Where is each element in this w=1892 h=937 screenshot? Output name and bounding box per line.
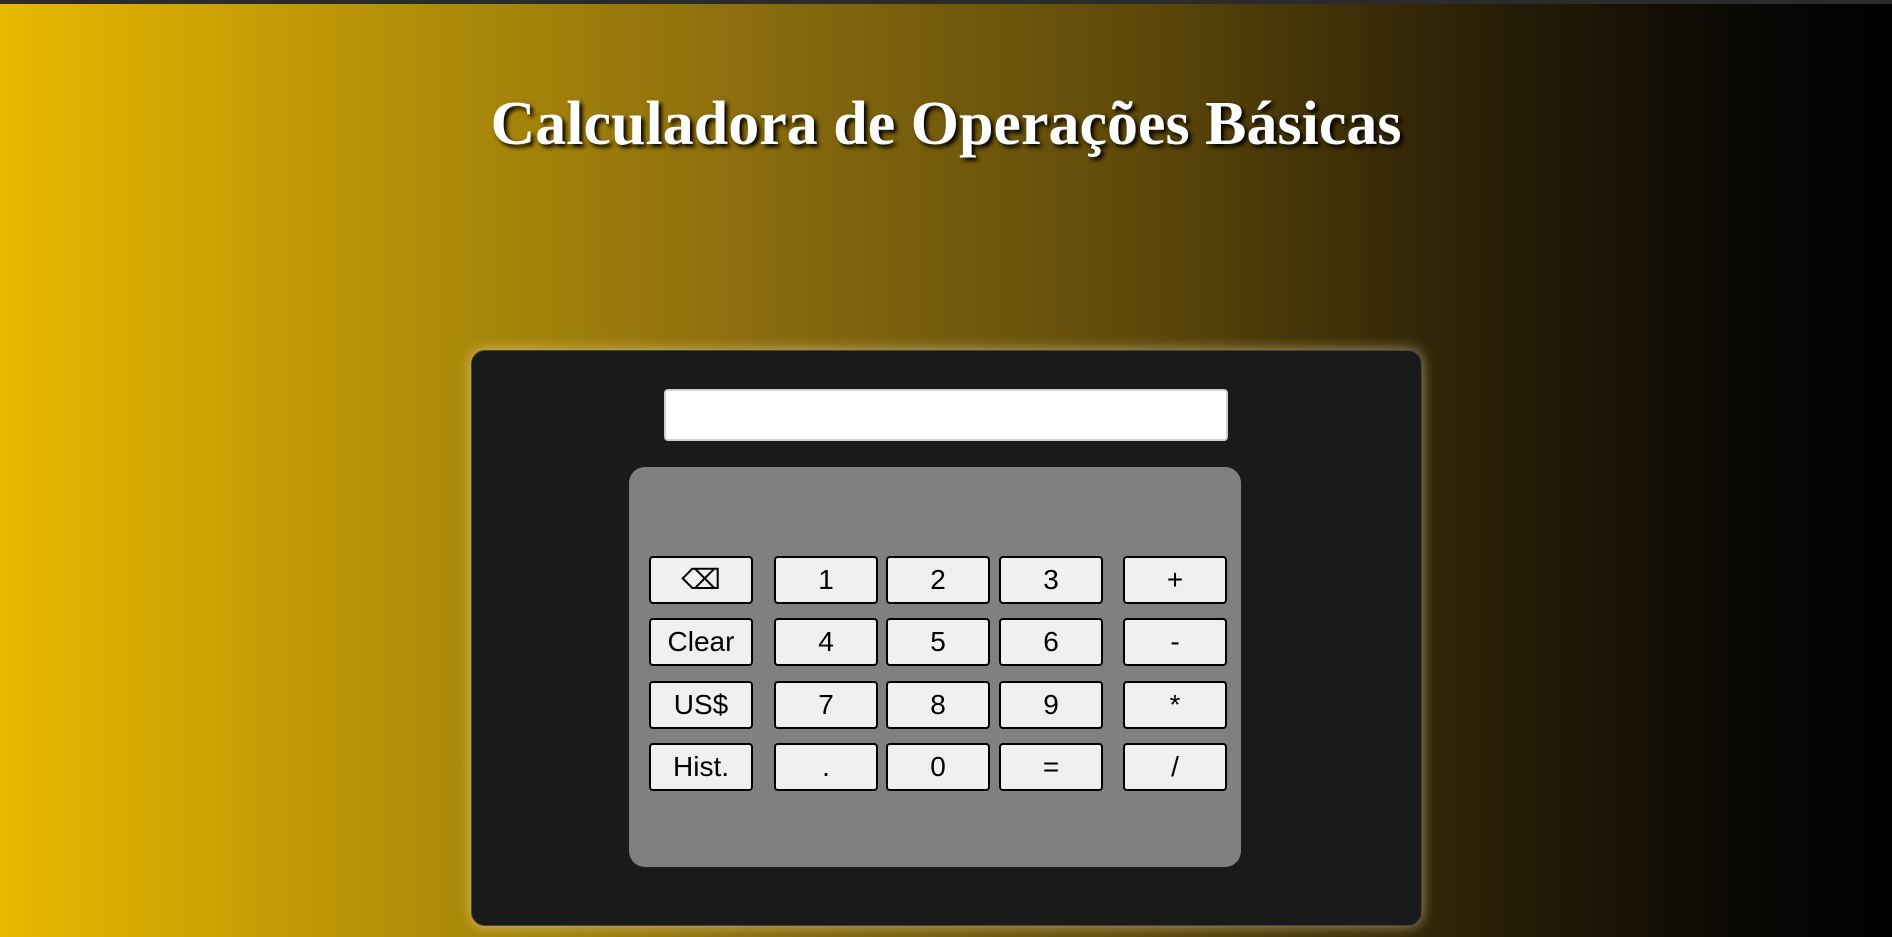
minus-button[interactable]: - bbox=[1123, 618, 1227, 666]
equals-button[interactable]: = bbox=[999, 743, 1103, 791]
digit-0-button[interactable]: 0 bbox=[886, 743, 990, 791]
multiply-button[interactable]: * bbox=[1123, 681, 1227, 729]
calculator-panel: ⌫ 1 2 3 + Clear 4 5 6 - US$ 7 8 9 * Hist… bbox=[471, 350, 1422, 926]
digit-4-button[interactable]: 4 bbox=[774, 618, 878, 666]
digit-5-button[interactable]: 5 bbox=[886, 618, 990, 666]
digit-7-button[interactable]: 7 bbox=[774, 681, 878, 729]
top-border bbox=[0, 0, 1892, 4]
plus-button[interactable]: + bbox=[1123, 556, 1227, 604]
page-title: Calculadora de Operações Básicas bbox=[490, 90, 1402, 158]
digit-2-button[interactable]: 2 bbox=[886, 556, 990, 604]
backspace-button[interactable]: ⌫ bbox=[649, 556, 753, 604]
clear-button[interactable]: Clear bbox=[649, 618, 753, 666]
digit-1-button[interactable]: 1 bbox=[774, 556, 878, 604]
digit-6-button[interactable]: 6 bbox=[999, 618, 1103, 666]
digit-3-button[interactable]: 3 bbox=[999, 556, 1103, 604]
history-button[interactable]: Hist. bbox=[649, 743, 753, 791]
digit-9-button[interactable]: 9 bbox=[999, 681, 1103, 729]
digit-8-button[interactable]: 8 bbox=[886, 681, 990, 729]
decimal-point-button[interactable]: . bbox=[774, 743, 878, 791]
divide-button[interactable]: / bbox=[1123, 743, 1227, 791]
keypad: ⌫ 1 2 3 + Clear 4 5 6 - US$ 7 8 9 * Hist… bbox=[629, 467, 1241, 867]
usd-button[interactable]: US$ bbox=[649, 681, 753, 729]
display-input[interactable] bbox=[664, 389, 1228, 441]
